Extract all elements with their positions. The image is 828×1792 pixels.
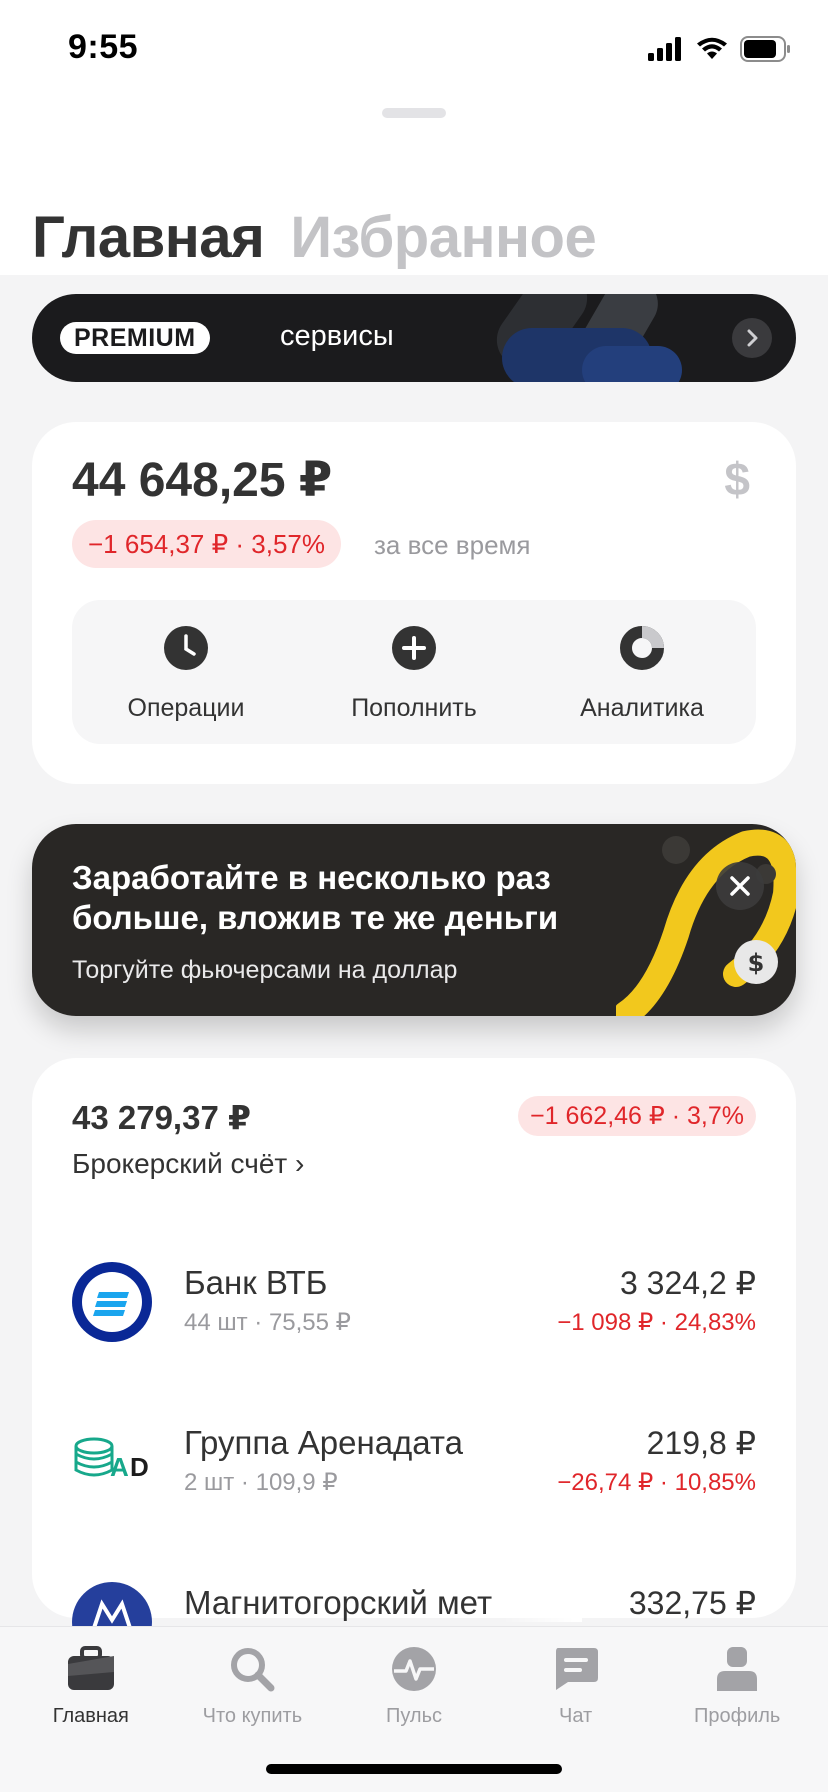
battery-icon: [740, 36, 790, 62]
tab-home-label: Главная: [52, 1705, 129, 1727]
change-period-label[interactable]: за все время: [374, 530, 531, 561]
tab-chat-label: Чат: [558, 1705, 593, 1727]
name-fade-overlay: [502, 1582, 582, 1622]
top-up-label: Пополнить: [351, 694, 477, 722]
holding-change: −26,74 ₽ · 10,85%: [557, 1469, 756, 1496]
home-indicator: [266, 1764, 562, 1774]
tab-what-to-buy-label: Что купить: [202, 1705, 303, 1727]
svg-text:A: A: [110, 1452, 129, 1482]
premium-services-banner[interactable]: PREMIUM сервисы: [32, 294, 796, 382]
search-icon: [226, 1643, 278, 1695]
chevron-right-icon: [732, 318, 772, 358]
holding-change: −1 098 ₽ · 24,83%: [557, 1309, 756, 1336]
holding-name: Банк ВТБ: [184, 1264, 328, 1301]
svg-text:$: $: [748, 949, 765, 977]
svg-text:D: D: [130, 1452, 149, 1482]
tab-main[interactable]: Главная: [32, 204, 265, 271]
holding-value: 3 324,2 ₽: [619, 1265, 756, 1301]
holding-value: 332,75 ₽: [628, 1585, 756, 1621]
chat-icon: [550, 1643, 602, 1695]
top-tabs: Главная Избранное: [32, 204, 597, 271]
operations-button[interactable]: Операции: [72, 600, 300, 744]
arenadata-logo-icon: A D: [74, 1437, 149, 1482]
status-time: 9:55: [68, 28, 139, 66]
dollar-ribbon-icon: $: [616, 829, 796, 1016]
pulse-icon: [388, 1643, 440, 1695]
account-change-badge: −1 662,46 ₽ · 3,7%: [518, 1096, 756, 1136]
premium-badge: PREMIUM: [60, 322, 210, 354]
holding-name: Группа Аренадата: [184, 1424, 464, 1461]
tab-profile[interactable]: Профиль: [656, 1627, 818, 1792]
holding-row[interactable]: A D Группа Аренадата 2 шт · 109,9 ₽ 219,…: [32, 1422, 796, 1522]
currency-switch-icon[interactable]: $: [724, 452, 750, 506]
status-bar: 9:55: [0, 0, 828, 100]
holding-name: Магнитогорский мет: [184, 1584, 493, 1621]
vtb-logo-icon: [72, 1262, 152, 1342]
sheet-grabber[interactable]: [382, 108, 446, 118]
account-value: 43 279,37 ₽: [72, 1099, 251, 1136]
clock-icon: [164, 626, 208, 670]
tab-home[interactable]: Главная: [10, 1627, 172, 1792]
holding-detail: 44 шт · 75,55 ₽: [184, 1309, 351, 1336]
cellular-signal-icon: [648, 37, 681, 61]
promo-title: Заработайте в несколько раз больше, влож…: [72, 859, 559, 936]
futures-promo-banner[interactable]: $ Заработайте в несколько раз больше, вл…: [32, 824, 796, 1016]
tab-profile-label: Профиль: [694, 1705, 781, 1727]
status-icons: [648, 36, 792, 62]
balance-card: 44 648,25 ₽ $ −1 654,37 ₽ · 3,57% за все…: [32, 422, 796, 784]
close-icon[interactable]: [716, 862, 764, 910]
donut-chart-icon: [620, 626, 664, 670]
analytics-button[interactable]: Аналитика: [528, 600, 756, 744]
tab-favorites[interactable]: Избранное: [290, 204, 596, 271]
holding-value: 219,8 ₽: [646, 1425, 756, 1461]
premium-banner-text: сервисы: [280, 320, 394, 352]
briefcase-icon: [65, 1643, 117, 1695]
total-balance: 44 648,25 ₽: [72, 454, 333, 507]
profile-icon: [711, 1643, 763, 1695]
brokerage-account-link[interactable]: Брокерский счёт ›: [72, 1148, 304, 1180]
operations-label: Операции: [127, 694, 245, 722]
top-up-button[interactable]: Пополнить: [300, 600, 528, 744]
balance-change-badge: −1 654,37 ₽ · 3,57%: [72, 520, 341, 568]
analytics-label: Аналитика: [580, 694, 704, 722]
portfolio-card: 43 279,37 ₽ −1 662,46 ₽ · 3,7% Брокерски…: [32, 1058, 796, 1662]
wifi-icon: [697, 37, 727, 59]
holding-row[interactable]: Банк ВТБ 44 шт · 75,55 ₽ 3 324,2 ₽ −1 09…: [32, 1262, 796, 1362]
holding-detail: 2 шт · 109,9 ₽: [184, 1469, 338, 1496]
tab-pulse-label: Пульс: [385, 1705, 442, 1727]
promo-subtitle: Торгуйте фьючерсами на доллар: [72, 956, 458, 984]
plus-icon: [392, 626, 436, 670]
quick-actions: Операции Пополнить Аналитика: [72, 600, 756, 744]
